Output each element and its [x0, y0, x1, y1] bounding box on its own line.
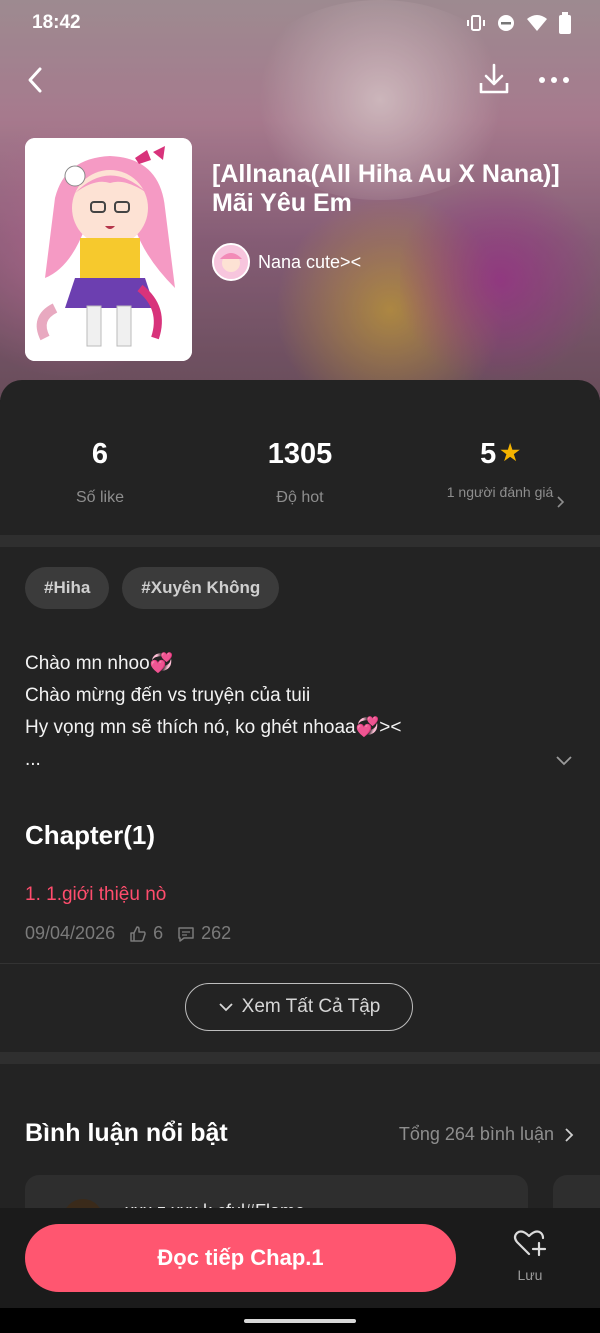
stat-rating[interactable]: 5 ★ 1 người đánh giá [400, 438, 600, 502]
continue-reading-label: Đọc tiếp Chap.1 [157, 1245, 324, 1270]
stats-row: 6 Số like 1305 Độ hot 5 ★ 1 người đánh gi… [0, 380, 600, 535]
story-title: [Allnana(All Hiha Au X Nana)] Mãi Yêu Em [212, 160, 560, 217]
gesture-handle[interactable] [244, 1319, 356, 1323]
download-button[interactable] [474, 59, 514, 99]
more-options-button[interactable] [534, 59, 574, 99]
chapter-comments: 262 [201, 923, 232, 943]
back-button[interactable] [18, 59, 54, 99]
rating-value: 5 [480, 438, 497, 470]
sparkling-heart-icon: 💞 [355, 717, 380, 738]
heart-plus-icon [513, 1230, 547, 1257]
list-separator [0, 963, 600, 964]
see-all-chapters-button[interactable]: Xem Tất Cả Tập [185, 983, 413, 1031]
chapter-likes: 6 [153, 923, 164, 943]
chapter-date: 09/04/2026 [25, 923, 116, 943]
comments-total-label: Tổng 264 bình luận [398, 1124, 554, 1144]
description-line: Chào mừng đến vs truyện của tuii [25, 685, 311, 706]
chapter-heading: Chapter(1) [25, 820, 156, 850]
sparkling-heart-icon: 💞 [149, 653, 174, 674]
author-name: Nana cute>< [258, 251, 362, 272]
vibrate-icon [467, 15, 485, 31]
stat-likes: 6 Số like [0, 438, 200, 507]
dnd-icon [498, 15, 514, 31]
author-row[interactable]: Nana cute>< [212, 243, 361, 281]
save-button[interactable]: Lưu [500, 1228, 560, 1292]
star-icon: ★ [500, 440, 520, 465]
status-bar: 18:42 [0, 0, 600, 44]
continue-reading-button[interactable]: Đọc tiếp Chap.1 [25, 1224, 456, 1292]
chevron-down-icon [219, 1003, 233, 1012]
description-line: Hy vọng mn sẽ thích nó, ko ghét nhoaa [25, 717, 356, 738]
hot-value: 1305 [267, 438, 333, 470]
author-avatar [212, 243, 250, 281]
download-icon [479, 63, 509, 94]
comments-heading: Bình luận nổi bật [25, 1119, 228, 1147]
see-all-label: Xem Tất Cả Tập [241, 996, 381, 1017]
tag-chip[interactable]: #Xuyên Không [122, 567, 280, 609]
story-description: Chào mn nhoo💞 Chào mừng đến vs truyện củ… [25, 648, 565, 776]
rating-chevron-right-icon[interactable] [556, 495, 566, 512]
section-divider [0, 535, 600, 547]
stat-hot: 1305 Độ hot [200, 438, 400, 507]
more-dots-icon [539, 77, 569, 83]
description-suffix: >< [379, 717, 402, 738]
likes-label: Số like [75, 489, 125, 506]
tag-chip[interactable]: #Hiha [25, 567, 110, 609]
status-time: 18:42 [32, 12, 81, 33]
top-nav [0, 55, 600, 105]
chapter-link[interactable]: 1. 1.giới thiệu nò [25, 884, 166, 906]
comment-icon [178, 926, 194, 942]
tag-list: #Hiha #Xuyên Không [25, 567, 280, 609]
chapter-meta: 09/04/2026 6 262 [25, 923, 231, 944]
comments-total-link[interactable]: Tổng 264 bình luận [399, 1124, 574, 1145]
hot-label: Độ hot [276, 489, 324, 506]
section-divider [0, 1052, 600, 1064]
expand-description-chevron-icon[interactable] [554, 750, 574, 770]
likes-value: 6 [91, 438, 109, 470]
description-line: Chào mn nhoo [25, 653, 150, 674]
author-avatar-image [214, 245, 248, 279]
story-cover-image[interactable] [25, 138, 192, 361]
description-ellipsis: ... [25, 749, 41, 770]
wifi-icon [527, 15, 547, 31]
chevron-right-icon [565, 1127, 574, 1142]
rating-label: 1 người đánh giá [446, 484, 554, 500]
save-label: Lưu [517, 1267, 543, 1283]
back-arrow-icon [28, 67, 42, 93]
thumbs-up-icon [130, 925, 146, 942]
battery-icon [559, 12, 571, 34]
cover-illustration [25, 138, 192, 361]
